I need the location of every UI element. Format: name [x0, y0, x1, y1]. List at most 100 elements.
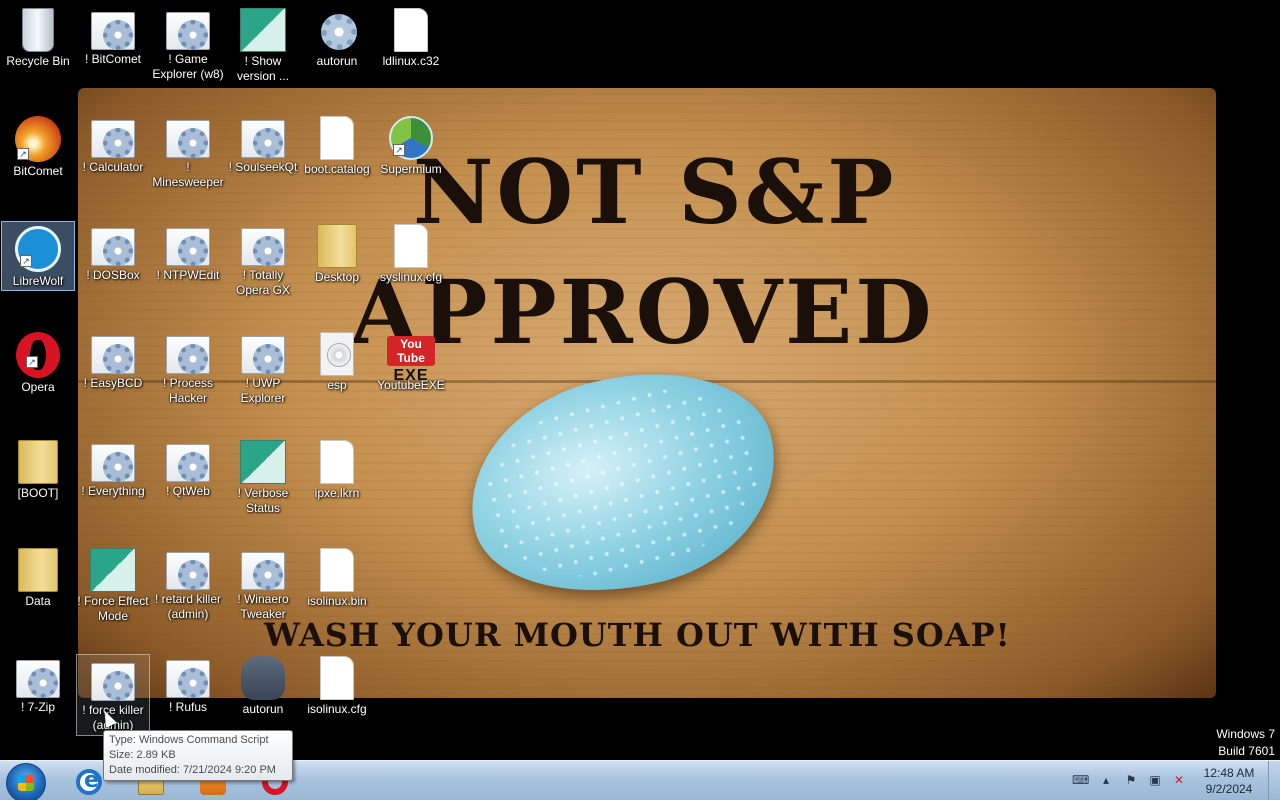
desktop-icon-soulseekqt[interactable]: ! SoulseekQt	[226, 112, 300, 212]
desktop-icon-esp[interactable]: esp	[300, 328, 374, 428]
desktop-icon-bitcomet[interactable]: ↗ BitComet	[1, 112, 75, 212]
desktop-icon-boot-folder[interactable]: [BOOT]	[1, 436, 75, 536]
soap-image	[447, 343, 799, 623]
desktop-icon-dosbox[interactable]: ! DOSBox	[76, 220, 150, 320]
action-center-flag-icon[interactable]: ⚑	[1124, 773, 1138, 787]
desktop-icon-label: isolinux.bin	[307, 594, 367, 608]
desktop-icon-label: ! Process Hacker	[162, 376, 213, 405]
desktop-icon-label: syslinux.cfg	[379, 270, 443, 284]
command-script-icon	[91, 120, 135, 158]
desktop-icon-librewolf[interactable]: ↗ LibreWolf	[1, 221, 75, 291]
librewolf-icon: ↗	[15, 226, 61, 272]
desktop-icon-bitcomet-script[interactable]: ! BitComet	[76, 4, 150, 104]
desktop-icon-ldlinux-c32[interactable]: ldlinux.c32	[374, 4, 448, 104]
desktop-icon-label: ! Minesweeper	[152, 160, 224, 189]
desktop-icon-desktop-folder[interactable]: Desktop	[300, 220, 374, 320]
desktop-icon-label: LibreWolf	[12, 274, 64, 288]
desktop-icon-label: ! Game Explorer (w8)	[152, 52, 224, 81]
desktop-icon-everything[interactable]: ! Everything	[76, 436, 150, 536]
registry-script-icon	[90, 548, 136, 592]
blank-file-icon	[394, 224, 428, 268]
registry-script-icon	[240, 8, 286, 52]
desktop-icon-label: ! SoulseekQt	[228, 160, 298, 174]
desktop-icon-opera[interactable]: ↗ Opera	[1, 328, 75, 428]
desktop-icon-recycle-bin[interactable]: Recycle Bin	[1, 4, 75, 104]
shortcut-arrow-icon: ↗	[17, 148, 29, 160]
internet-explorer-icon	[76, 768, 102, 795]
taskbar-clock[interactable]: 12:48 AM 9/2/2024	[1196, 765, 1262, 797]
registry-script-icon	[240, 440, 286, 484]
os-build: Build 7601	[1218, 744, 1275, 758]
desktop-icon-autorun-inf[interactable]: autorun	[300, 4, 374, 104]
blank-file-icon	[320, 440, 354, 484]
tooltip-type: Type: Windows Command Script	[109, 734, 269, 746]
folder-icon	[18, 548, 58, 592]
desktop-icon-data-folder[interactable]: Data	[1, 544, 75, 644]
desktop-icon-verbose-status[interactable]: ! Verbose Status	[226, 436, 300, 536]
desktop-icon-label: ! NTPWEdit	[156, 268, 220, 282]
desktop-icon-7zip[interactable]: ! 7-Zip	[1, 652, 75, 752]
desktop-icon-label: esp	[327, 378, 347, 392]
desktop-icon-youtubeexe[interactable]: You Tube EXE YoutubeEXE	[374, 328, 448, 428]
desktop-icon-easybcd[interactable]: ! EasyBCD	[76, 328, 150, 428]
tooltip-size: Size: 2.89 KB	[109, 749, 176, 761]
volume-muted-icon[interactable]: ✕	[1172, 773, 1186, 787]
desktop-icon-isolinux-bin[interactable]: isolinux.bin	[300, 544, 374, 644]
youtube-logo-text: You Tube	[387, 336, 435, 366]
keyboard-icon[interactable]: ⌨	[1072, 773, 1089, 787]
desktop-icon-label: ipxe.lkrn	[314, 486, 360, 500]
desktop-icon-boot-catalog[interactable]: boot.catalog	[300, 112, 374, 212]
desktop-icon-label: boot.catalog	[304, 162, 370, 176]
clock-time: 12:48 AM	[1203, 766, 1255, 780]
desktop-icon-label: [BOOT]	[17, 486, 59, 500]
desktop-icon-label: ! Rufus	[168, 700, 207, 714]
desktop-icon-calculator[interactable]: ! Calculator	[76, 112, 150, 212]
os-name: Windows 7	[1216, 727, 1275, 741]
desktop-icon-label: Recycle Bin	[6, 54, 70, 68]
desktop-icon-force-effect-mode[interactable]: ! Force Effect Mode	[76, 544, 150, 644]
command-script-icon	[241, 228, 285, 266]
recycle-bin-icon	[22, 8, 54, 52]
desktop-icon-label: ! Show version ...	[236, 54, 290, 83]
command-script-icon	[241, 336, 285, 374]
show-hidden-icons-chevron-icon[interactable]: ▴	[1099, 773, 1113, 787]
desktop-icon-label: ! UWP Explorer	[240, 376, 286, 405]
desktop-icon-isolinux-cfg[interactable]: isolinux.cfg	[300, 652, 374, 752]
desktop-icon-label: Opera	[21, 380, 55, 394]
desktop-icon-label: ! Verbose Status	[237, 486, 289, 515]
desktop-icon-game-explorer[interactable]: ! Game Explorer (w8)	[151, 4, 225, 104]
desktop-icon-process-hacker[interactable]: ! Process Hacker	[151, 328, 225, 428]
bitcomet-icon: ↗	[15, 116, 61, 162]
desktop-icon-minesweeper[interactable]: ! Minesweeper	[151, 112, 225, 212]
command-script-icon	[91, 12, 135, 50]
desktop-icon-show-version[interactable]: ! Show version ...	[226, 4, 300, 104]
desktop-icon-totally-opera-gx[interactable]: ! Totally Opera GX	[226, 220, 300, 320]
command-script-icon	[91, 444, 135, 482]
show-desktop-button[interactable]	[1268, 761, 1280, 800]
blank-file-icon	[320, 656, 354, 700]
desktop-icon-label: ! retard killer (admin)	[154, 592, 222, 621]
command-script-icon	[16, 660, 60, 698]
desktop-icon-qtweb[interactable]: ! QtWeb	[151, 436, 225, 536]
youtube-exe-icon: You Tube EXE	[387, 336, 435, 384]
desktop-icon-label: ! Winaero Tweaker	[237, 592, 289, 621]
network-icon[interactable]: ▣	[1148, 773, 1162, 787]
desktop-icon-label: BitComet	[13, 164, 63, 178]
start-button[interactable]	[6, 763, 46, 800]
desktop-icon-supermium[interactable]: ↗ Supermium	[374, 112, 448, 212]
desktop-icon-label: isolinux.cfg	[307, 702, 367, 716]
desktop-icon-ntpwedit[interactable]: ! NTPWEdit	[151, 220, 225, 320]
command-script-icon	[91, 228, 135, 266]
supermium-browser-icon: ↗	[389, 116, 433, 160]
desktop-icon-uwp-explorer[interactable]: ! UWP Explorer	[226, 328, 300, 428]
desktop-icon-label: ! 7-Zip	[20, 700, 55, 714]
desktop-icon-retard-killer[interactable]: ! retard killer (admin)	[151, 544, 225, 644]
desktop-icon-winaero-tweaker[interactable]: ! Winaero Tweaker	[226, 544, 300, 644]
desktop-icon-label: ! EasyBCD	[83, 376, 143, 390]
exe-logo-text: EXE	[393, 367, 429, 384]
file-info-tooltip: Type: Windows Command Script Size: 2.89 …	[103, 730, 293, 781]
desktop-icon-label: ! Calculator	[82, 160, 144, 174]
desktop-icon-syslinux-cfg[interactable]: syslinux.cfg	[374, 220, 448, 320]
desktop-icon-ipxe-lkrn[interactable]: ipxe.lkrn	[300, 436, 374, 536]
folder-icon	[317, 224, 357, 268]
